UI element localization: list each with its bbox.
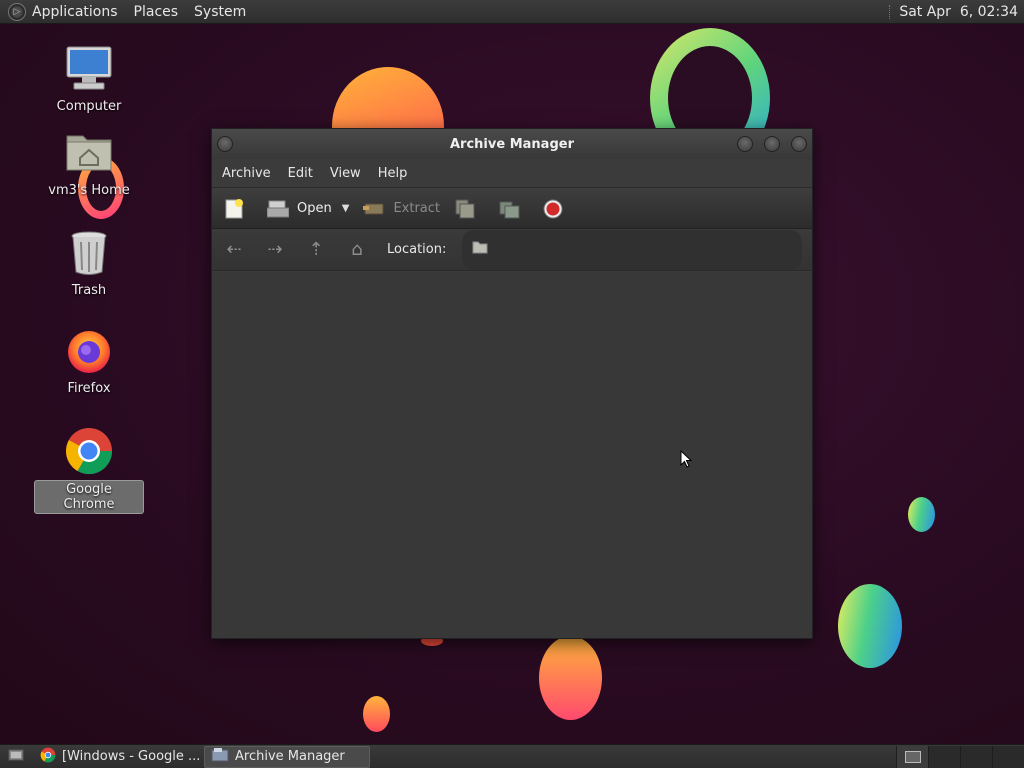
chrome-icon (40, 747, 56, 767)
open-button[interactable]: Open (266, 198, 332, 218)
location-field[interactable] (462, 229, 803, 270)
workspace-2[interactable] (928, 745, 960, 768)
minimize-button[interactable] (737, 136, 753, 152)
location-bar: ⇠ ⇢ ⇡ ⌂ Location: (212, 229, 812, 271)
taskbar-item-label: [Windows - Google ... (62, 749, 201, 764)
desktop-icon-computer[interactable]: Computer (34, 44, 144, 115)
toolbar: Open ▼ Extract (212, 187, 812, 229)
extract-icon (363, 198, 385, 218)
desktop-icon-label: Computer (56, 99, 122, 114)
chrome-icon (64, 426, 114, 476)
desktop-icon-label: vm3's Home (48, 183, 130, 198)
panel-separator (889, 4, 891, 19)
close-button[interactable] (791, 136, 807, 152)
menu-edit[interactable]: Edit (288, 166, 313, 181)
desktop-icon-chrome[interactable]: Google Chrome (34, 426, 144, 514)
workspace-1[interactable] (896, 745, 928, 768)
trash-icon (64, 228, 114, 278)
archive-manager-window: Archive Manager Archive Edit View Help O… (211, 128, 813, 639)
stop-icon (542, 198, 564, 219)
window-title: Archive Manager (450, 136, 574, 152)
up-arrow-icon[interactable]: ⇡ (305, 239, 327, 261)
open-archive-icon (266, 198, 290, 218)
add-files-button[interactable] (454, 198, 484, 219)
desktop-icon-trash[interactable]: Trash (34, 228, 144, 299)
bottom-panel: [Windows - Google ... Archive Manager (0, 744, 1024, 768)
new-archive-icon (223, 198, 245, 219)
new-archive-button[interactable] (223, 198, 253, 219)
desktop-icon-label: Google Chrome (34, 480, 144, 514)
window-titlebar[interactable]: Archive Manager (212, 129, 812, 159)
menu-system[interactable]: System (194, 4, 246, 20)
maximize-button[interactable] (764, 136, 780, 152)
extract-label: Extract (393, 200, 440, 216)
menu-places[interactable]: Places (134, 4, 179, 20)
firefox-icon (64, 326, 114, 376)
add-folder-icon (498, 198, 520, 219)
show-desktop-button[interactable] (0, 746, 32, 768)
archive-file-list[interactable] (212, 272, 812, 638)
wallpaper-small-green-oval (908, 497, 935, 532)
window-menu-button[interactable] (217, 136, 233, 152)
computer-icon (64, 44, 114, 94)
archive-manager-icon (211, 747, 229, 767)
open-label: Open (297, 200, 332, 216)
folder-icon (472, 241, 488, 258)
add-folder-button[interactable] (498, 198, 528, 219)
wallpaper-small-orange-oval (363, 696, 390, 732)
desktop-icon-firefox[interactable]: Firefox (34, 326, 144, 397)
menu-view[interactable]: View (330, 166, 361, 181)
top-panel: ▷ Applications Places System Sat Apr 6, … (0, 0, 1024, 24)
menu-applications[interactable]: Applications (32, 4, 118, 20)
desktop-icon-label: Trash (71, 283, 107, 298)
workspace-4[interactable] (992, 745, 1024, 768)
extract-button[interactable]: Extract (363, 198, 440, 218)
taskbar-item-archive-manager[interactable]: Archive Manager (204, 745, 370, 768)
wallpaper-orange-oval (539, 636, 602, 720)
workspace-switcher (896, 745, 1024, 768)
location-label: Location: (387, 242, 447, 257)
mouse-cursor-icon (680, 449, 693, 468)
home-icon[interactable]: ⌂ (346, 239, 368, 261)
show-desktop-icon (8, 748, 24, 766)
back-arrow-icon[interactable]: ⇠ (223, 239, 245, 261)
taskbar-item-chrome[interactable]: [Windows - Google ... (34, 746, 202, 768)
desktop-icon-label: Firefox (67, 381, 111, 396)
workspace-window-thumb (904, 750, 921, 763)
menu-archive[interactable]: Archive (222, 166, 271, 181)
desktop-icon-home[interactable]: vm3's Home (34, 128, 144, 199)
add-files-icon (454, 198, 476, 219)
home-folder-icon (64, 128, 114, 178)
taskbar-item-label: Archive Manager (235, 749, 345, 764)
clock-area: Sat Apr 6, 02:34 (889, 4, 1018, 20)
clock[interactable]: Sat Apr 6, 02:34 (899, 4, 1018, 20)
workspace-3[interactable] (960, 745, 992, 768)
menubar: Archive Edit View Help (212, 159, 812, 187)
menu-help[interactable]: Help (378, 166, 408, 181)
distro-logo-icon[interactable]: ▷ (8, 2, 26, 21)
stop-button[interactable] (542, 198, 572, 219)
open-recent-dropdown[interactable]: ▼ (342, 203, 350, 214)
wallpaper-green-oval (838, 584, 902, 668)
forward-arrow-icon[interactable]: ⇢ (264, 239, 286, 261)
chevron-down-icon: ▼ (341, 202, 350, 214)
